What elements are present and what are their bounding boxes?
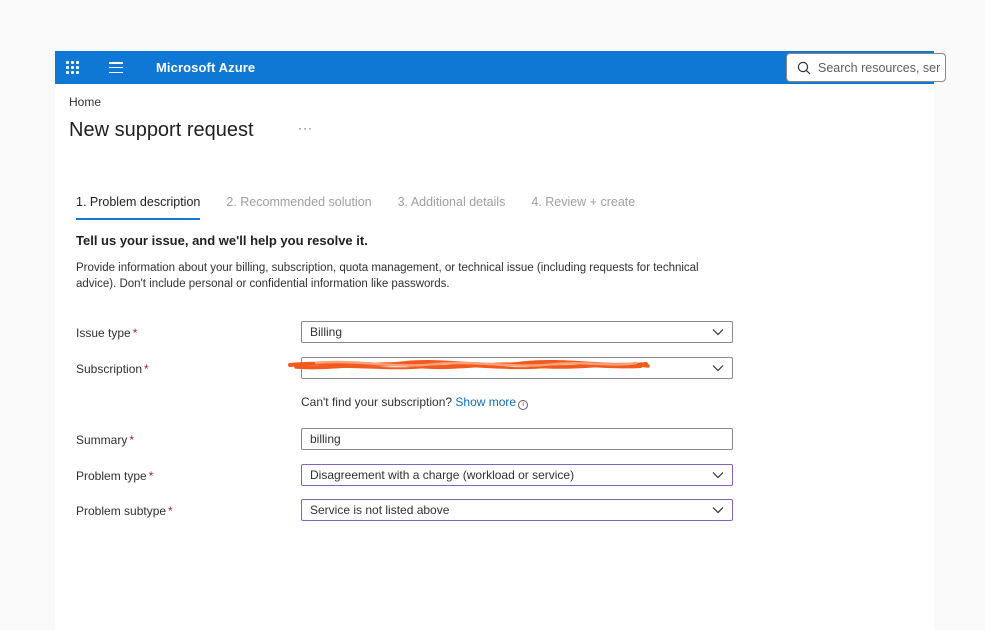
app-launcher-icon[interactable]: [66, 61, 79, 74]
issue-type-dropdown[interactable]: Billing: [301, 321, 733, 343]
summary-label: Summary *: [76, 433, 134, 447]
tab-problem-description[interactable]: 1. Problem description: [76, 195, 201, 220]
required-marker: *: [129, 433, 135, 447]
helper-text: Can't find your subscription?: [301, 395, 453, 409]
issue-type-value: Billing: [310, 325, 343, 339]
summary-label-text: Summary: [76, 433, 128, 447]
intro-text: Provide information about your billing, …: [76, 262, 699, 290]
problem-type-label: Problem type *: [76, 469, 153, 483]
summary-value: billing: [310, 432, 341, 446]
problem-type-label-text: Problem type: [76, 469, 147, 483]
problem-subtype-dropdown[interactable]: Service is not listed above: [301, 499, 733, 521]
subscription-label: Subscription *: [76, 362, 149, 376]
brand-title[interactable]: Microsoft Azure: [156, 60, 255, 75]
show-more-link[interactable]: Show more: [455, 395, 516, 409]
portal-menu-icon[interactable]: [109, 62, 123, 73]
global-search[interactable]: [786, 53, 946, 82]
required-marker: *: [144, 362, 149, 376]
required-marker: *: [132, 326, 138, 340]
breadcrumb-home[interactable]: Home: [69, 95, 101, 109]
summary-input[interactable]: billing: [301, 428, 733, 450]
search-input[interactable]: [818, 60, 945, 75]
tab-additional-details[interactable]: 3. Additional details: [398, 195, 506, 219]
problem-subtype-value: Service is not listed above: [310, 503, 450, 517]
issue-type-label: Issue type *: [76, 326, 137, 340]
tab-recommended-solution[interactable]: 2. Recommended solution: [226, 195, 371, 219]
redaction-scribble: [288, 359, 650, 370]
info-icon[interactable]: i: [518, 400, 529, 410]
problem-subtype-label-text: Problem subtype: [76, 504, 167, 518]
search-icon: [797, 61, 811, 74]
chevron-down-icon: [712, 507, 724, 514]
portal-frame: Microsoft Azure Home New support request…: [55, 51, 946, 630]
required-marker: *: [168, 504, 173, 518]
subscription-helper: Can't find your subscription? Show more i: [301, 395, 529, 410]
chevron-down-icon: [712, 329, 724, 336]
tab-review-create[interactable]: 4. Review + create: [531, 195, 635, 219]
subscription-label-text: Subscription: [76, 362, 143, 376]
chevron-down-icon: [712, 365, 724, 372]
required-marker: *: [148, 469, 154, 483]
problem-type-dropdown[interactable]: Disagreement with a charge (workload or …: [301, 464, 733, 486]
chevron-down-icon: [712, 472, 724, 479]
more-options-icon[interactable]: ···: [298, 121, 313, 135]
problem-subtype-label: Problem subtype *: [76, 504, 173, 518]
issue-type-label-text: Issue type: [76, 326, 131, 340]
top-bar: Microsoft Azure: [55, 51, 946, 84]
subscription-dropdown[interactable]: [288, 357, 733, 379]
wizard-tabs: 1. Problem description 2. Recommended so…: [76, 195, 661, 220]
page-title: New support request: [69, 119, 254, 141]
problem-type-value: Disagreement with a charge (workload or …: [310, 468, 575, 482]
intro-heading: Tell us your issue, and we'll help you r…: [76, 233, 368, 248]
